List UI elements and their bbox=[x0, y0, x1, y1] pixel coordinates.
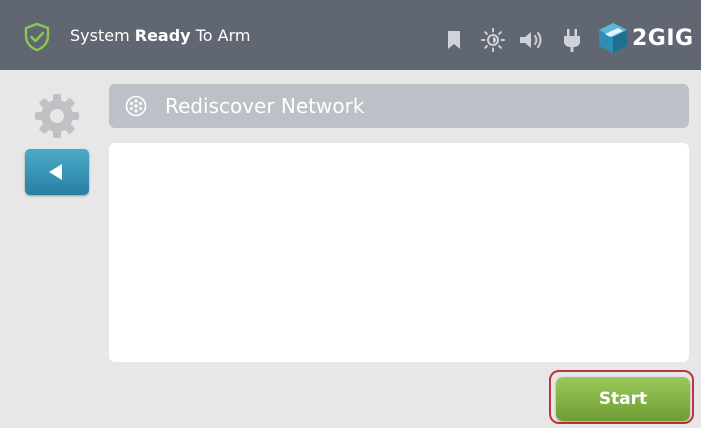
gear-icon bbox=[35, 94, 79, 138]
panel-header: Rediscover Network bbox=[109, 84, 689, 128]
status-bar: System Ready To Arm 2GIG bbox=[0, 0, 701, 70]
brand-logo-icon bbox=[599, 23, 627, 53]
content-area bbox=[109, 143, 689, 362]
back-button[interactable] bbox=[25, 149, 89, 195]
screen: System Ready To Arm 2GIG Rediscover Netw… bbox=[0, 0, 701, 428]
status-suffix: To Arm bbox=[190, 26, 251, 45]
bookmark-icon[interactable] bbox=[447, 30, 461, 50]
status-ready: Ready bbox=[134, 26, 191, 45]
page-title: Rediscover Network bbox=[165, 94, 365, 118]
start-button[interactable]: Start bbox=[556, 377, 690, 421]
volume-icon[interactable] bbox=[517, 29, 547, 51]
shield-check-icon[interactable] bbox=[22, 22, 52, 52]
network-icon bbox=[125, 95, 147, 117]
brand: 2GIG bbox=[596, 20, 694, 56]
arm-status-text[interactable]: System Ready To Arm bbox=[70, 26, 250, 46]
brightness-icon[interactable] bbox=[480, 27, 506, 53]
power-plug-icon[interactable] bbox=[562, 27, 582, 53]
status-prefix: System bbox=[70, 26, 135, 45]
back-arrow-icon bbox=[48, 164, 62, 180]
brand-name: 2GIG bbox=[632, 25, 694, 51]
